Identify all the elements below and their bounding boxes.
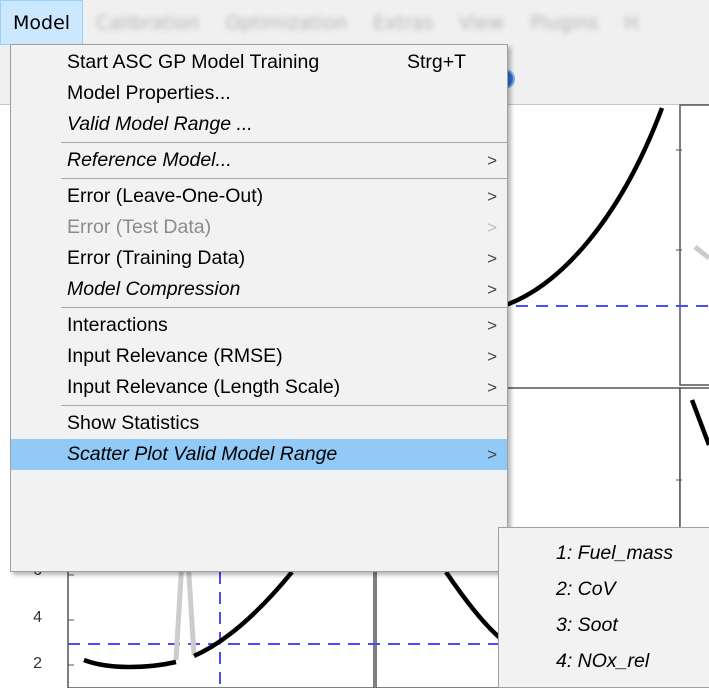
submenu-item-nox-rel[interactable]: 4: NOx_rel <box>499 643 709 679</box>
menu-item-model-compression[interactable]: Model Compression > <box>11 274 507 305</box>
chevron-right-icon: > <box>487 217 497 237</box>
chevron-right-icon: > <box>487 444 497 464</box>
submenu-item-cov[interactable]: 2: CoV <box>499 571 709 607</box>
shortcut-label: Strg+T <box>407 51 467 73</box>
menu-item-error-loo[interactable]: Error (Leave-One-Out) > <box>11 181 507 212</box>
menu-item-label: Input Relevance (RMSE) <box>67 345 283 367</box>
menu-item-label: Start ASC GP Model Training <box>67 51 320 73</box>
menu-item-label: Input Relevance (Length Scale) <box>67 376 341 398</box>
menu-item-error-test-data: Error (Test Data) > <box>11 212 507 243</box>
menu-item-label: Interactions <box>67 314 168 336</box>
menu-item-input-relevance-rmse[interactable]: Input Relevance (RMSE) > <box>11 341 507 372</box>
menu-item-start-training[interactable]: Start ASC GP Model Training Strg+T <box>11 47 507 78</box>
menu-item-label: Reference Model... <box>67 149 232 171</box>
menu-item-model-properties[interactable]: Model Properties... <box>11 78 507 109</box>
menu-item-scatter-plot-valid-model-range[interactable]: Scatter Plot Valid Model Range > <box>11 439 507 470</box>
y-tick-2: 2 <box>33 655 42 672</box>
menu-separator <box>61 405 507 406</box>
menu-separator <box>61 307 507 308</box>
menu-separator <box>61 178 507 179</box>
menu-separator <box>61 142 507 143</box>
model-dropdown-menu: Start ASC GP Model Training Strg+T Model… <box>10 44 508 572</box>
chevron-right-icon: > <box>487 186 497 206</box>
scatter-plot-submenu: 1: Fuel_mass 2: CoV 3: Soot 4: NOx_rel <box>498 527 709 688</box>
menu-item-label: Valid Model Range ... <box>67 113 253 135</box>
menu-item-label: Error (Test Data) <box>67 216 212 238</box>
chevron-right-icon: > <box>487 150 497 170</box>
menu-item-label: Model Compression <box>67 278 241 300</box>
chevron-right-icon: > <box>487 248 497 268</box>
menu-item-show-statistics[interactable]: Show Statistics <box>11 408 507 439</box>
menu-item-reference-model[interactable]: Reference Model... > <box>11 145 507 176</box>
y-tick-4: 4 <box>33 609 42 626</box>
menu-item-label: Scatter Plot Valid Model Range <box>67 443 338 465</box>
menu-item-label: Model Properties... <box>67 82 231 104</box>
menu-item-label: Error (Leave-One-Out) <box>67 185 264 207</box>
menu-item-label: Error (Training Data) <box>67 247 246 269</box>
menu-item-interactions[interactable]: Interactions > <box>11 310 507 341</box>
menu-item-valid-model-range[interactable]: Valid Model Range ... <box>11 109 507 140</box>
chevron-right-icon: > <box>487 315 497 335</box>
submenu-item-fuel-mass[interactable]: 1: Fuel_mass <box>499 535 709 571</box>
submenu-item-soot[interactable]: 3: Soot <box>499 607 709 643</box>
chevron-right-icon: > <box>487 279 497 299</box>
chevron-right-icon: > <box>487 346 497 366</box>
menu-item-error-training-data[interactable]: Error (Training Data) > <box>11 243 507 274</box>
menu-item-label: Show Statistics <box>67 412 200 434</box>
menu-item-input-relevance-length-scale[interactable]: Input Relevance (Length Scale) > <box>11 372 507 403</box>
plot-panel-top-right <box>679 104 709 386</box>
curve-top-panel <box>505 107 665 308</box>
chevron-right-icon: > <box>487 377 497 397</box>
